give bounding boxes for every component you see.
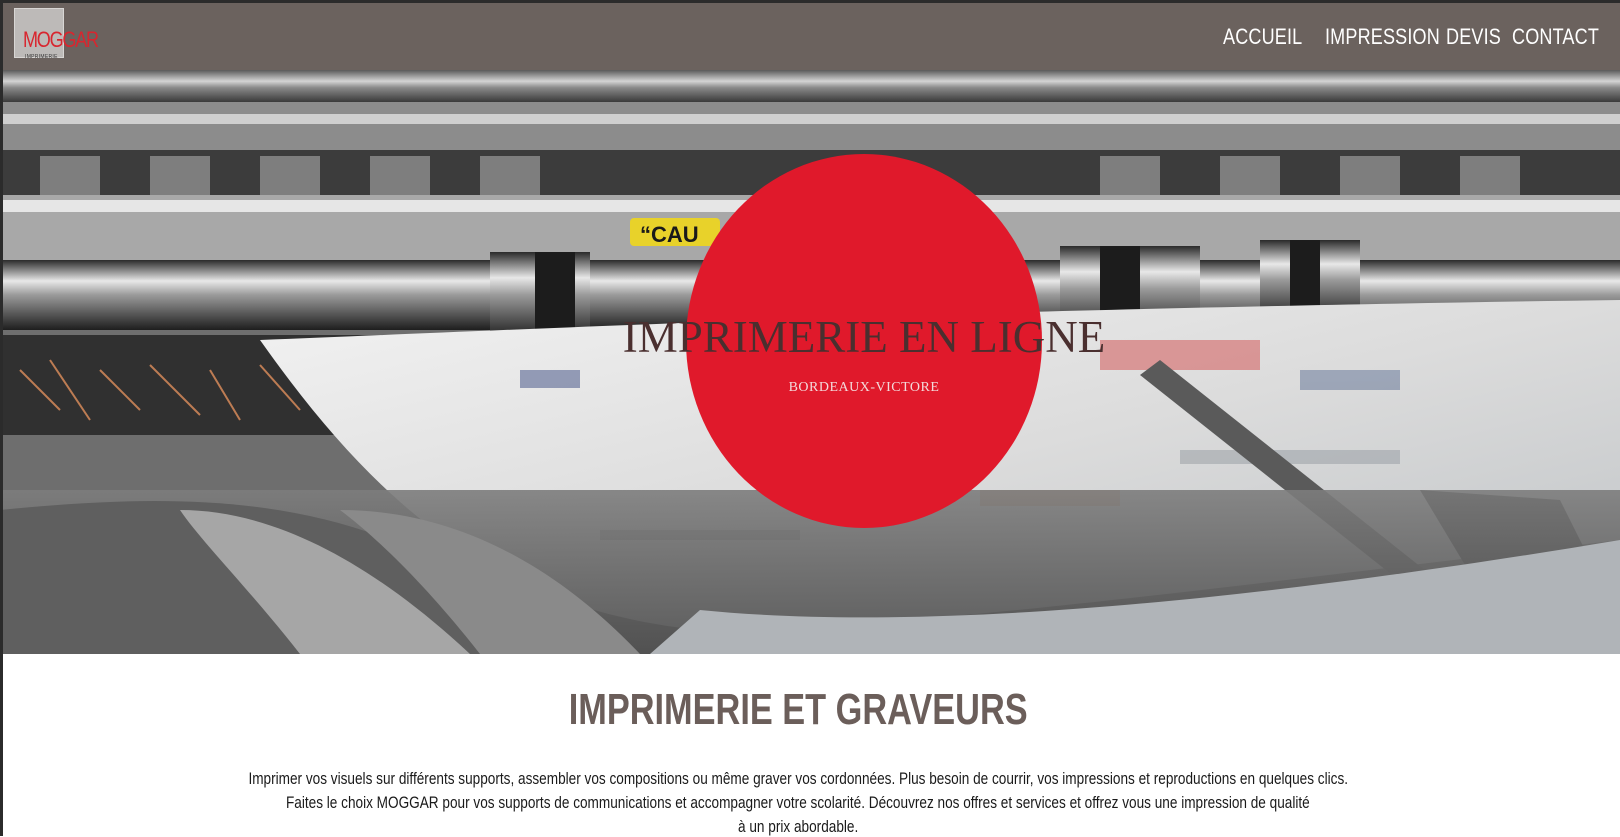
logo[interactable]: MOGGAR IMPRIMERIE <box>14 8 99 60</box>
paragraph-line-1: Imprimer vos visuels sur différents supp… <box>248 769 1348 788</box>
nav-accueil[interactable]: ACCUEIL <box>1223 23 1302 51</box>
logo-text: MOGGAR <box>23 27 99 52</box>
window-frame-top <box>0 0 1620 3</box>
paragraph-line-3: à un prix abordable. <box>737 817 859 836</box>
paragraph-line: à un prix abordable. <box>0 817 1596 837</box>
window-frame-left <box>0 0 3 836</box>
hero-title: IMPRIMERIE EN LIGNE <box>622 312 1106 362</box>
machine-label: “CAU <box>640 222 699 247</box>
paragraph-line: Faites le choix MOGGAR pour vos supports… <box>0 793 1596 813</box>
hero-subtitle: BORDEAUX-VICTORE <box>788 380 940 395</box>
site-header: MOGGAR IMPRIMERIE ACCUEIL IMPRESSION DEV… <box>0 0 1620 70</box>
nav-impression[interactable]: IMPRESSION <box>1325 23 1440 51</box>
hero-banner: “CAU IMPRIMERIE EN LIGNE BORDEAUX-VICTOR… <box>0 70 1620 654</box>
section-title: IMPRIMERIE ET GRAVEURS <box>0 688 1596 732</box>
paragraph-line-2: Faites le choix MOGGAR pour vos supports… <box>286 793 1310 812</box>
logo-subtext: IMPRIMERIE <box>25 54 58 60</box>
nav-contact[interactable]: CONTACT <box>1512 23 1599 51</box>
paragraph-line: Imprimer vos visuels sur différents supp… <box>0 769 1596 789</box>
section-title-text: IMPRIMERIE ET GRAVEURS <box>568 685 1028 734</box>
nav-devis[interactable]: DEVIS <box>1446 23 1501 51</box>
